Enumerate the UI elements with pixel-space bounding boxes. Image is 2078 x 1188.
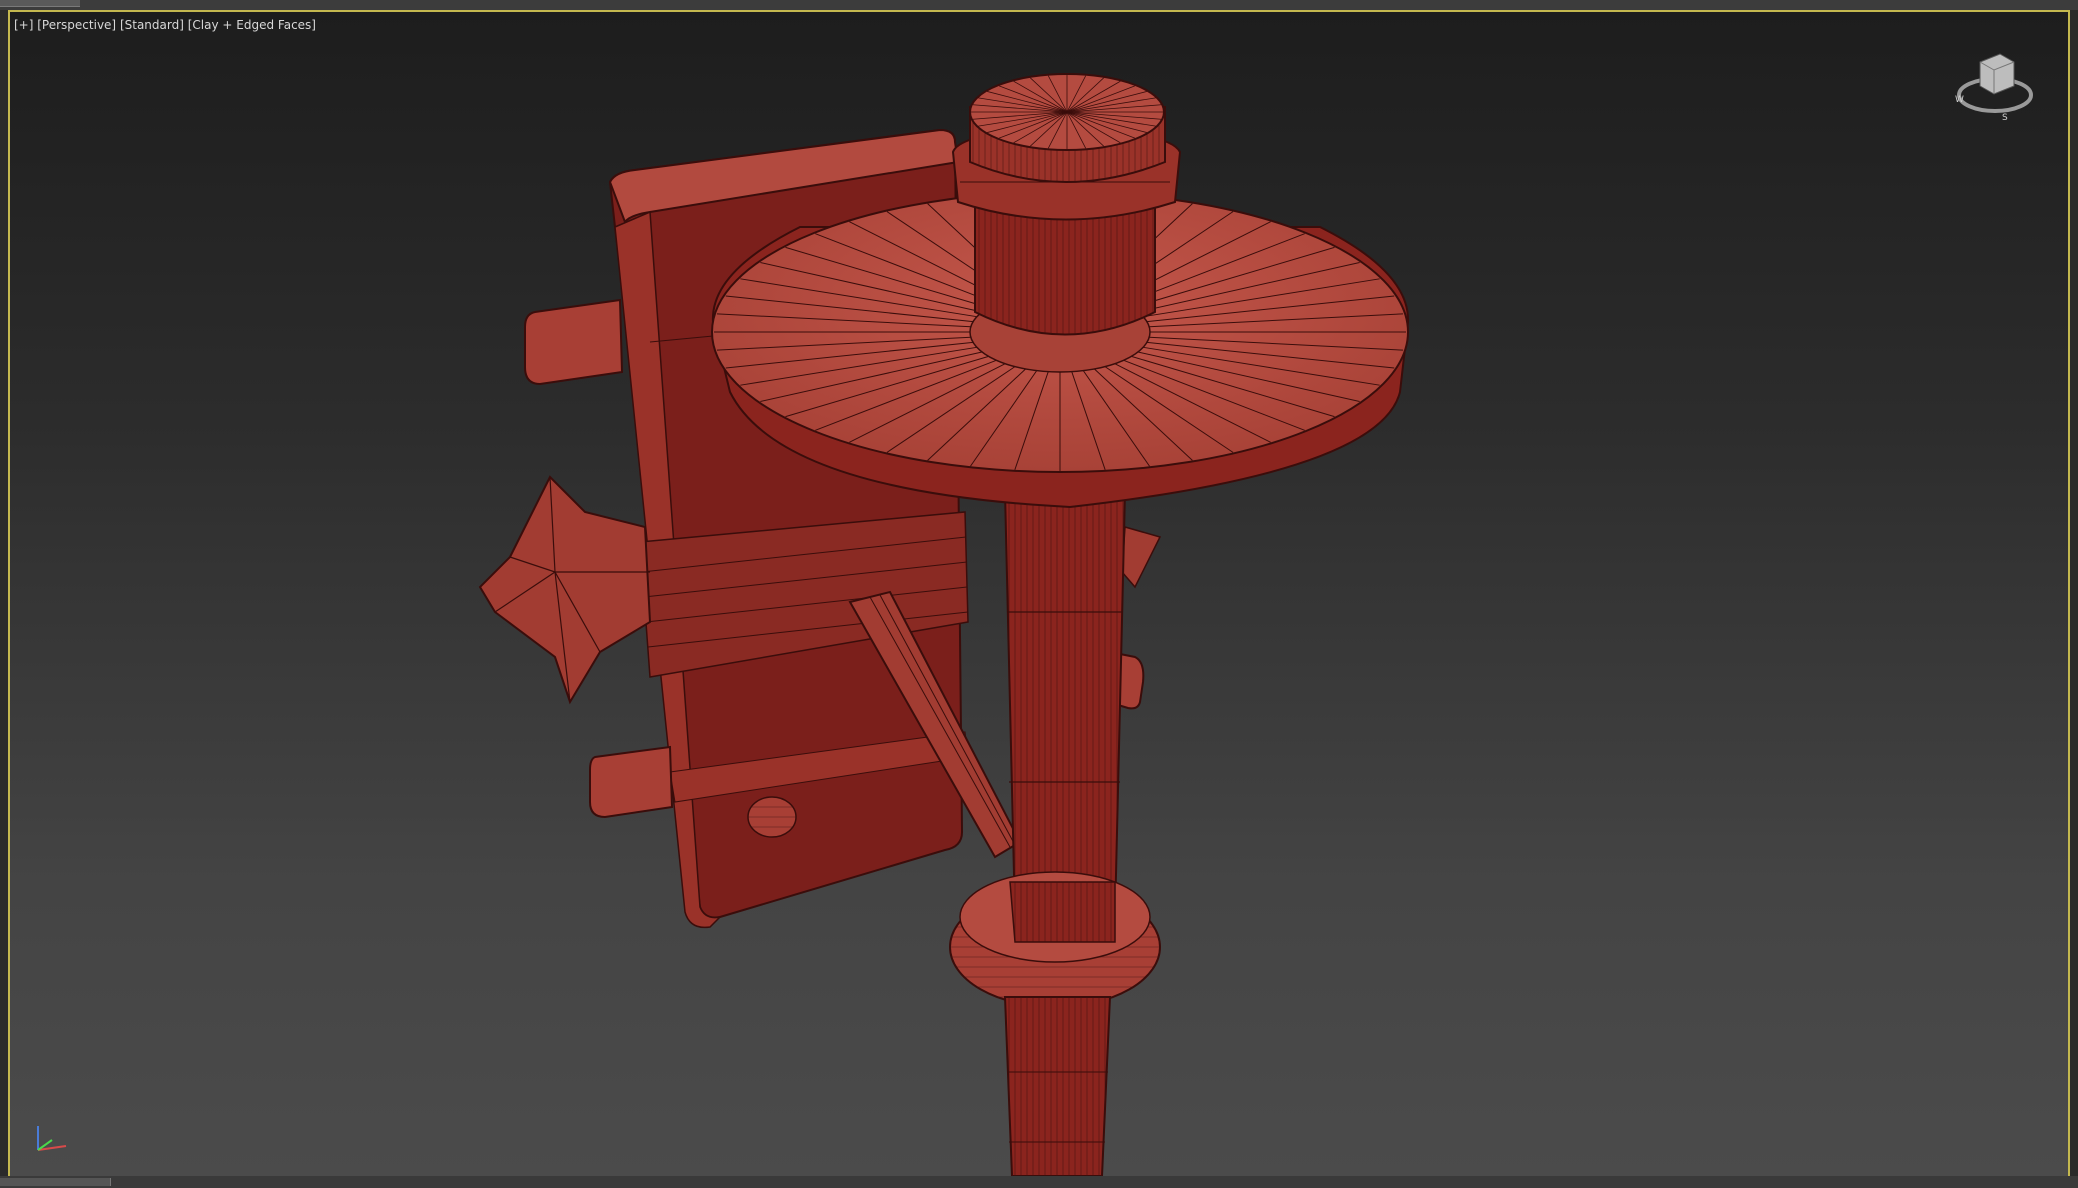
compass-west-label: W [1955,95,1964,105]
compass-south-label: S [2002,113,2008,123]
viewport-tab[interactable] [0,0,80,7]
rivet [747,796,797,838]
pole-lower [1003,996,1112,1176]
axis-tripod-icon [37,1126,67,1151]
bottom-tab[interactable] [0,1178,111,1186]
top-tab-bar [0,0,2078,10]
perspective-viewport[interactable]: [+] [Perspective] [Standard] [Clay + Edg… [8,10,2070,1178]
pole-shaft [1003,491,1127,918]
bottom-tab-bar [0,1176,2078,1188]
top-cap [951,73,1182,336]
viewcube-icon[interactable]: W S [1950,40,2040,130]
mount-tab-top [524,298,624,386]
mount-tab-bottom [589,745,674,819]
pole-collar [949,871,1161,1008]
lamp-model-render [478,73,1410,1176]
